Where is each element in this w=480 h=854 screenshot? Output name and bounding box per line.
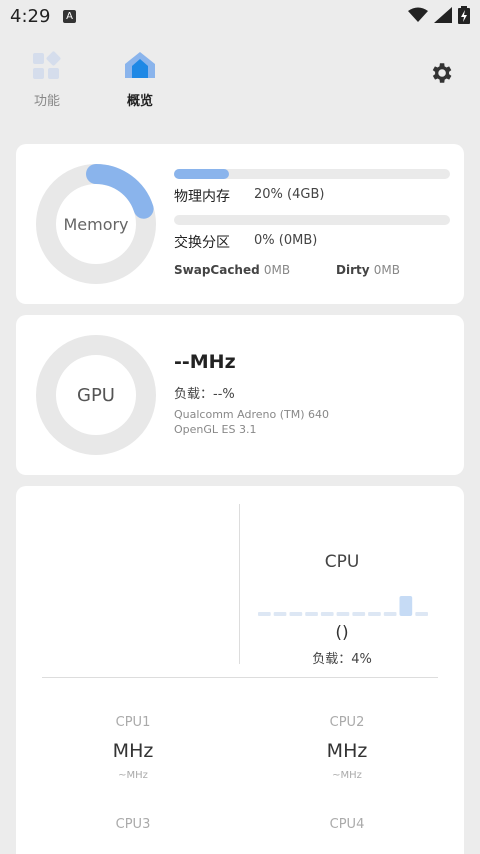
gpu-ring: GPU <box>36 335 156 455</box>
status-time: 4:29 <box>10 6 51 27</box>
cpu-horizontal-divider <box>42 677 438 678</box>
physical-memory-label: 物理内存 <box>174 189 230 205</box>
cpu-core-name: CPU2 <box>329 715 365 730</box>
cpu-core-range: ~MHz <box>118 770 148 781</box>
gpu-load: 负载：--% <box>174 387 235 402</box>
cpu-load-bar <box>320 612 334 616</box>
status-bar: 4:29 A <box>0 0 480 34</box>
swap-label: 交换分区 <box>174 235 230 251</box>
wifi-icon <box>408 7 428 22</box>
cpu-core-freq: MHz <box>326 740 368 762</box>
gpu-ring-label: GPU <box>77 384 115 406</box>
tab-overview[interactable]: 概览 <box>105 48 175 109</box>
physical-memory-bar-fill <box>174 169 230 179</box>
gpu-frequency: --MHz <box>174 351 236 373</box>
swap-value: 0% (0MB) <box>254 233 318 248</box>
cpu-load-history-chart <box>258 596 428 616</box>
cpu-title: CPU <box>324 552 360 572</box>
cpu-load-bar <box>415 612 428 616</box>
cpu-load: 负载：4% <box>312 652 372 667</box>
memory-ring-label: Memory <box>63 214 129 234</box>
cpu-core-1: CPU1 MHz ~MHz <box>33 715 233 781</box>
memory-ring: Memory <box>36 164 156 284</box>
cpu-core-name: CPU4 <box>329 817 365 832</box>
cpu-load-bar <box>336 612 350 616</box>
home-icon <box>125 52 155 78</box>
cpu-core-3: CPU3 <box>33 817 233 832</box>
cpu-load-bar <box>289 612 303 616</box>
physical-memory-bar <box>174 169 450 179</box>
tab-overview-label: 概览 <box>126 94 153 109</box>
gear-icon[interactable] <box>428 60 454 86</box>
cpu-load-bar <box>383 612 397 616</box>
swap-bar <box>174 215 450 225</box>
physical-memory-value: 20% (4GB) <box>254 187 325 202</box>
signal-icon <box>434 7 452 23</box>
top-tab-bar: 功能 概览 <box>0 40 480 110</box>
swapcached-label: SwapCached <box>174 263 260 277</box>
gpu-card[interactable]: GPU --MHz 负载：--% Qualcomm Adreno (TM) 64… <box>16 315 464 475</box>
gpu-info: Qualcomm Adreno (TM) 640 OpenGL ES 3.1 <box>174 407 329 437</box>
cpu-core-freq: MHz <box>112 740 154 762</box>
dirty-label: Dirty <box>336 263 370 277</box>
gpu-opengl-version: OpenGL ES 3.1 <box>174 423 257 436</box>
swapcached-stat: SwapCached 0MB <box>174 263 290 277</box>
grid-apps-icon <box>33 51 61 79</box>
tab-functions[interactable]: 功能 <box>12 48 82 109</box>
cpu-core-2: CPU2 MHz ~MHz <box>247 715 447 781</box>
swapcached-value: 0MB <box>263 263 291 277</box>
cpu-load-bar <box>368 612 381 616</box>
memory-card[interactable]: Memory 物理内存 20% (4GB) 交换分区 0% (0MB) Swap… <box>16 144 464 304</box>
cpu-card[interactable]: CPU () 负载：4% CPU1 MHz ~MHz CPU2 MHz ~MHz… <box>16 486 464 854</box>
cpu-core-range: ~MHz <box>332 770 362 781</box>
cpu-load-bar <box>305 612 318 616</box>
cpu-load-bar <box>258 612 271 616</box>
notification-a-icon: A <box>63 10 76 23</box>
cpu-core-name: CPU1 <box>115 715 151 730</box>
status-icons <box>408 6 470 24</box>
cpu-core-name: CPU3 <box>115 817 151 832</box>
tab-functions-label: 功能 <box>33 94 60 109</box>
gpu-renderer: Qualcomm Adreno (TM) 640 <box>174 408 329 421</box>
cpu-load-bar <box>399 596 413 616</box>
battery-icon <box>458 6 470 24</box>
dirty-value: 0MB <box>373 263 400 277</box>
cpu-model: () <box>335 623 349 643</box>
cpu-vertical-divider <box>239 504 240 664</box>
cpu-load-bar <box>352 612 366 616</box>
dirty-stat: Dirty 0MB <box>336 263 400 277</box>
cpu-load-bar <box>273 612 287 616</box>
cpu-core-4: CPU4 <box>247 817 447 832</box>
